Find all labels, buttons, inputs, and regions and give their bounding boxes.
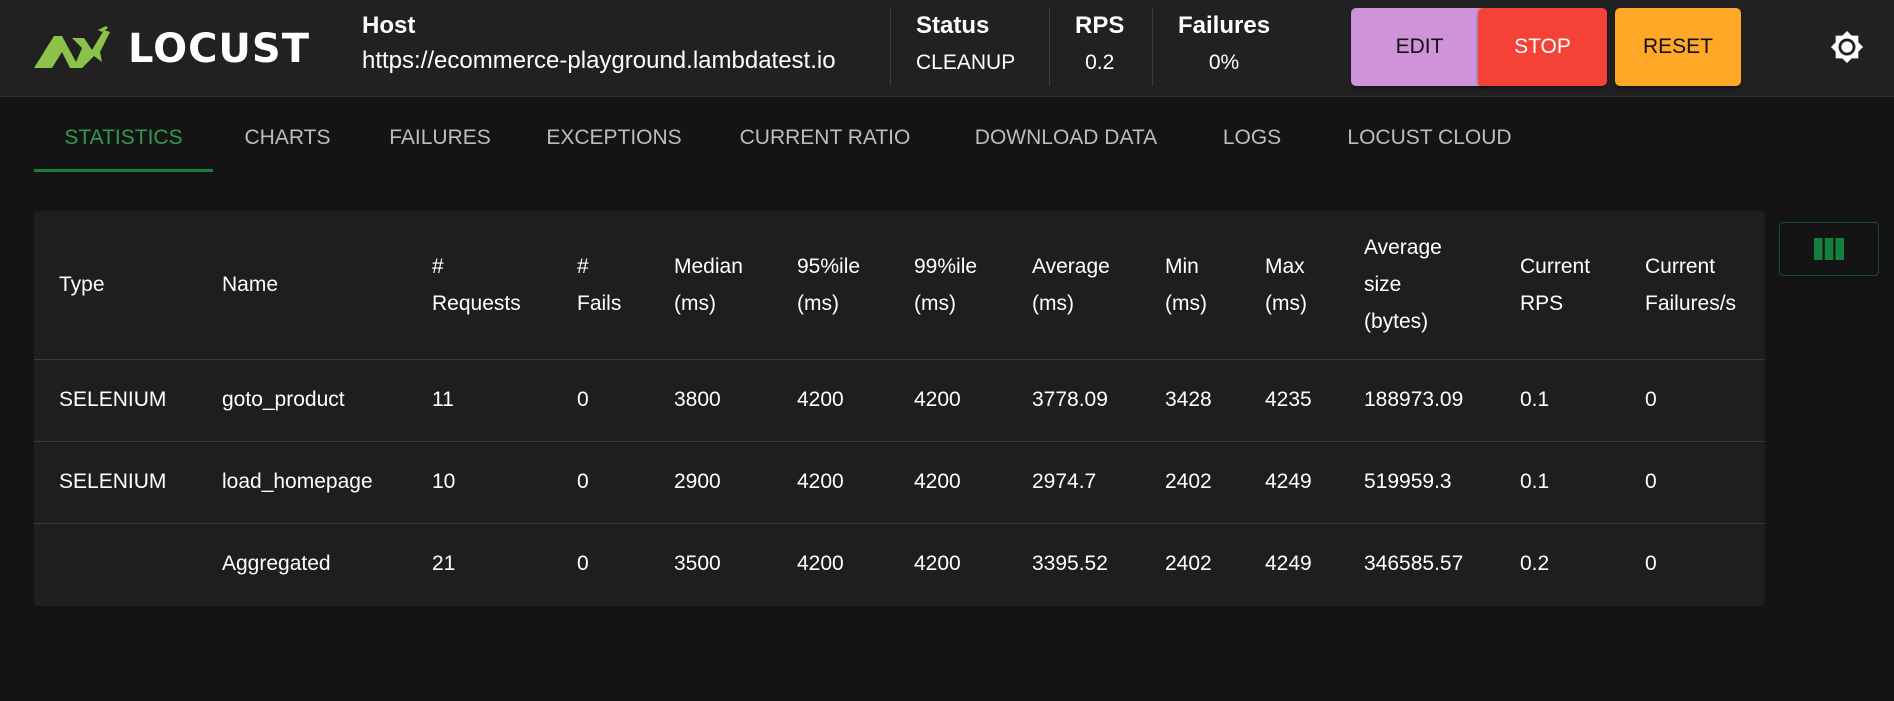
- column-header-fails[interactable]: # Fails: [552, 211, 649, 360]
- sun-icon: [1830, 30, 1864, 64]
- cell-average-size: 346585.57: [1364, 552, 1464, 576]
- cell-min: 2402: [1140, 441, 1240, 524]
- tab-download-data[interactable]: DOWNLOAD DATA: [940, 104, 1192, 172]
- column-header-median[interactable]: Median (ms): [649, 211, 772, 360]
- cell-average-size: 519959.3: [1339, 441, 1495, 524]
- statistics-table: Type Name # Requests # Fails Median (ms)…: [34, 211, 1765, 606]
- cell-max: 4235: [1240, 359, 1339, 442]
- cell-type: SELENIUM: [34, 441, 197, 524]
- cell-min: 2402: [1165, 552, 1212, 576]
- tab-charts[interactable]: CHARTS: [213, 104, 362, 172]
- tab-exceptions[interactable]: EXCEPTIONS: [518, 104, 710, 172]
- cell-median: 2900: [649, 441, 772, 524]
- cell-type: [34, 523, 197, 605]
- host-block: Host https://ecommerce-playground.lambda…: [362, 12, 836, 74]
- column-header-max[interactable]: Max (ms): [1240, 211, 1339, 360]
- cell-name: Aggregated: [222, 552, 331, 576]
- cell-requests: 10: [407, 441, 552, 524]
- column-header-average[interactable]: Average (ms): [1007, 211, 1140, 360]
- table-row: SELENIUM goto_product 11 0 3800 4200 420…: [34, 359, 1765, 442]
- rps-block: RPS 0.2: [1075, 12, 1124, 76]
- cell-requests: 11: [407, 359, 552, 442]
- cell-95ile: 4200: [772, 359, 889, 442]
- column-header-requests[interactable]: # Requests: [407, 211, 552, 360]
- edit-button[interactable]: EDIT: [1351, 8, 1488, 86]
- column-header-name[interactable]: Name: [197, 211, 407, 360]
- cell-max: 4249: [1240, 441, 1339, 524]
- column-header-99ile[interactable]: 99%ile (ms): [889, 211, 1007, 360]
- header-divider: [890, 8, 891, 86]
- column-header-current-failures[interactable]: Current Failures/s: [1620, 211, 1765, 360]
- host-value: https://ecommerce-playground.lambdatest.…: [362, 47, 836, 74]
- reset-button[interactable]: RESET: [1615, 8, 1741, 86]
- cell-median: 3800: [649, 359, 772, 442]
- locust-logo-text: LOCUST: [128, 26, 310, 72]
- column-header-current-rps[interactable]: Current RPS: [1495, 211, 1620, 360]
- cell-min: 3428: [1140, 359, 1240, 442]
- column-header-min[interactable]: Min (ms): [1140, 211, 1240, 360]
- cell-99ile: 4200: [889, 359, 1007, 442]
- top-bar: LOCUST Host https://ecommerce-playground…: [0, 0, 1894, 97]
- status-value: CLEANUP: [916, 51, 1016, 74]
- cell-current-rps: 0.2: [1520, 552, 1550, 576]
- cell-name: goto_product: [197, 359, 407, 442]
- tab-locust-cloud[interactable]: LOCUST CLOUD: [1312, 104, 1547, 172]
- cell-fails: 0: [552, 441, 649, 524]
- table-row-aggregated: Aggregated 21 0 3500 4200 4200 3395.52 2…: [34, 523, 1765, 605]
- cell-median: 3500: [674, 552, 721, 576]
- failures-title: Failures: [1178, 12, 1271, 39]
- cell-99ile: 4200: [914, 552, 961, 576]
- cell-name: load_homepage: [197, 441, 407, 524]
- theme-toggle-button[interactable]: [1828, 28, 1866, 66]
- tab-statistics[interactable]: STATISTICS: [34, 104, 213, 172]
- cell-average: 2974.7: [1007, 441, 1140, 524]
- tab-failures[interactable]: FAILURES: [362, 104, 518, 172]
- status-title: Status: [916, 12, 990, 39]
- cell-max: 4249: [1265, 552, 1312, 576]
- cell-current-failures: 0: [1645, 552, 1657, 576]
- rps-title: RPS: [1075, 12, 1125, 39]
- status-block: Status CLEANUP: [916, 12, 1015, 76]
- header-divider: [1152, 8, 1153, 86]
- rps-value: 0.2: [1085, 51, 1115, 74]
- cell-type: SELENIUM: [34, 359, 197, 442]
- tab-current-ratio[interactable]: CURRENT RATIO: [710, 104, 940, 172]
- cell-current-failures: 0: [1620, 359, 1765, 442]
- locust-logo-icon: [34, 26, 110, 68]
- table-row: SELENIUM load_homepage 10 0 2900 4200 42…: [34, 441, 1765, 524]
- failures-value: 0%: [1208, 51, 1240, 74]
- cell-average: 3395.52: [1032, 552, 1108, 576]
- cell-average-size: 188973.09: [1339, 359, 1495, 442]
- cell-fails: 0: [552, 359, 649, 442]
- cell-average: 3778.09: [1007, 359, 1140, 442]
- cell-current-rps: 0.1: [1495, 359, 1620, 442]
- cell-current-rps: 0.1: [1495, 441, 1620, 524]
- host-title: Host: [362, 12, 416, 39]
- cell-requests: 21: [432, 552, 456, 576]
- tab-logs[interactable]: LOGS: [1192, 104, 1312, 172]
- cell-95ile: 4200: [772, 441, 889, 524]
- cell-current-failures: 0: [1620, 441, 1765, 524]
- stop-button[interactable]: STOP: [1478, 8, 1607, 86]
- column-header-type[interactable]: Type: [34, 211, 197, 360]
- locust-logo[interactable]: LOCUST: [32, 26, 310, 72]
- cell-99ile: 4200: [889, 441, 1007, 524]
- view-columns-icon: [1814, 238, 1844, 260]
- table-header-row: Type Name # Requests # Fails Median (ms)…: [34, 211, 1765, 360]
- header-divider: [1049, 8, 1050, 86]
- cell-95ile: 4200: [797, 552, 844, 576]
- cell-fails: 0: [577, 552, 589, 576]
- main-tabs: STATISTICS CHARTS FAILURES EXCEPTIONS CU…: [34, 104, 1547, 172]
- failures-block: Failures 0%: [1178, 12, 1270, 76]
- column-header-average-size[interactable]: Average size (bytes): [1339, 211, 1495, 360]
- column-header-95ile[interactable]: 95%ile (ms): [772, 211, 889, 360]
- column-selector-button[interactable]: [1779, 222, 1879, 276]
